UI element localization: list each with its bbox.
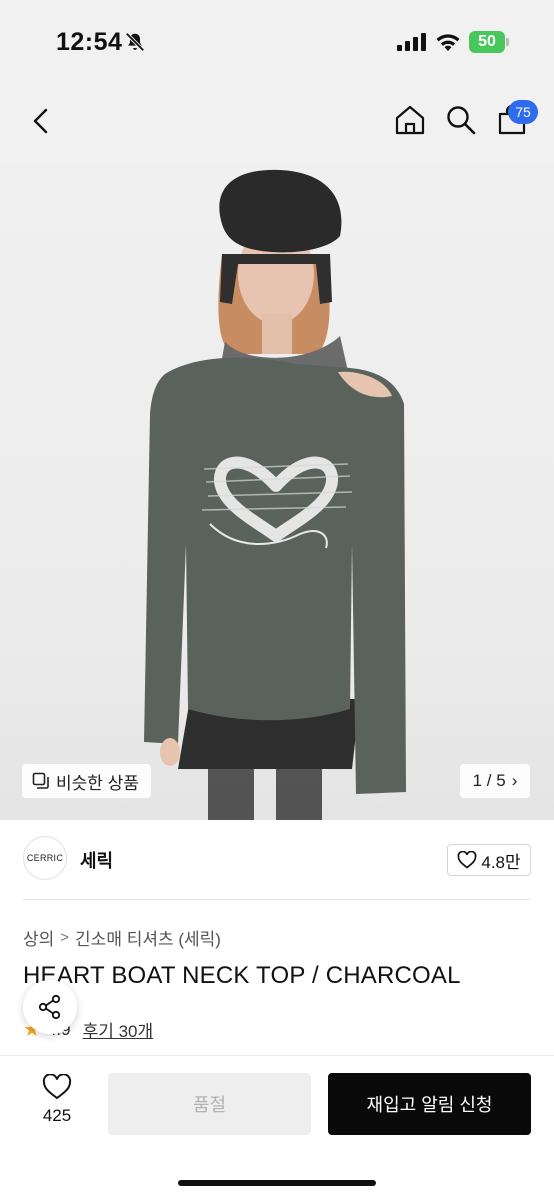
top-nav xyxy=(0,84,554,164)
breadcrumb-item[interactable]: 긴소매 티셔츠 (세릭) xyxy=(75,925,221,950)
wishlist-count: 425 xyxy=(42,1106,72,1125)
brand-like-button[interactable]: 4.8만 xyxy=(447,844,531,876)
bottom-bar-divider xyxy=(0,1055,554,1056)
bell-off-icon xyxy=(125,32,145,52)
battery-cap xyxy=(506,38,509,46)
pager-text: 1 / 5 xyxy=(472,771,506,790)
brand-like-count: 4.8만 xyxy=(481,852,521,872)
share-button[interactable] xyxy=(23,980,77,1034)
chevron-right-icon: › xyxy=(511,771,518,790)
home-indicator xyxy=(178,1180,376,1186)
wifi-icon xyxy=(436,34,460,51)
product-image-gallery[interactable] xyxy=(0,164,554,820)
status-bar: 12:54 50 xyxy=(0,0,554,84)
heart-icon xyxy=(42,1074,72,1100)
search-icon[interactable] xyxy=(445,104,477,136)
cart-count-badge: 75 xyxy=(508,100,538,124)
brand-name[interactable]: 세릭 xyxy=(80,847,113,873)
product-photo xyxy=(144,169,406,820)
signal-icon xyxy=(397,33,426,51)
heart-icon xyxy=(457,851,477,869)
similar-products-button[interactable]: 비슷한 상품 xyxy=(22,764,151,798)
breadcrumb: 상의 > 긴소매 티셔츠 (세릭) xyxy=(23,925,221,950)
image-pager[interactable]: 1 / 5 › xyxy=(460,764,530,798)
divider xyxy=(23,899,531,900)
battery-icon: 50 xyxy=(469,31,509,53)
status-time: 12:54 xyxy=(56,28,123,56)
product-title: HEART BOAT NECK TOP / CHARCOAL xyxy=(23,962,461,989)
wishlist-button[interactable]: 425 xyxy=(28,1074,86,1134)
share-icon xyxy=(38,994,61,1020)
soldout-button: 품절 xyxy=(108,1073,311,1135)
similar-items-icon xyxy=(32,772,49,789)
brand-row[interactable]: CERRIC 세릭 4.8만 xyxy=(0,820,554,900)
chevron-right-icon: > xyxy=(60,929,70,946)
breadcrumb-item[interactable]: 상의 xyxy=(23,925,54,950)
review-link[interactable]: 후기 30개 xyxy=(83,1017,154,1042)
battery-level: 50 xyxy=(469,31,505,53)
back-icon[interactable] xyxy=(26,106,56,136)
home-icon[interactable] xyxy=(394,104,426,136)
similar-products-label: 비슷한 상품 xyxy=(56,773,139,793)
restock-alert-button[interactable]: 재입고 알림 신청 xyxy=(328,1073,531,1135)
brand-logo[interactable]: CERRIC xyxy=(23,836,67,880)
